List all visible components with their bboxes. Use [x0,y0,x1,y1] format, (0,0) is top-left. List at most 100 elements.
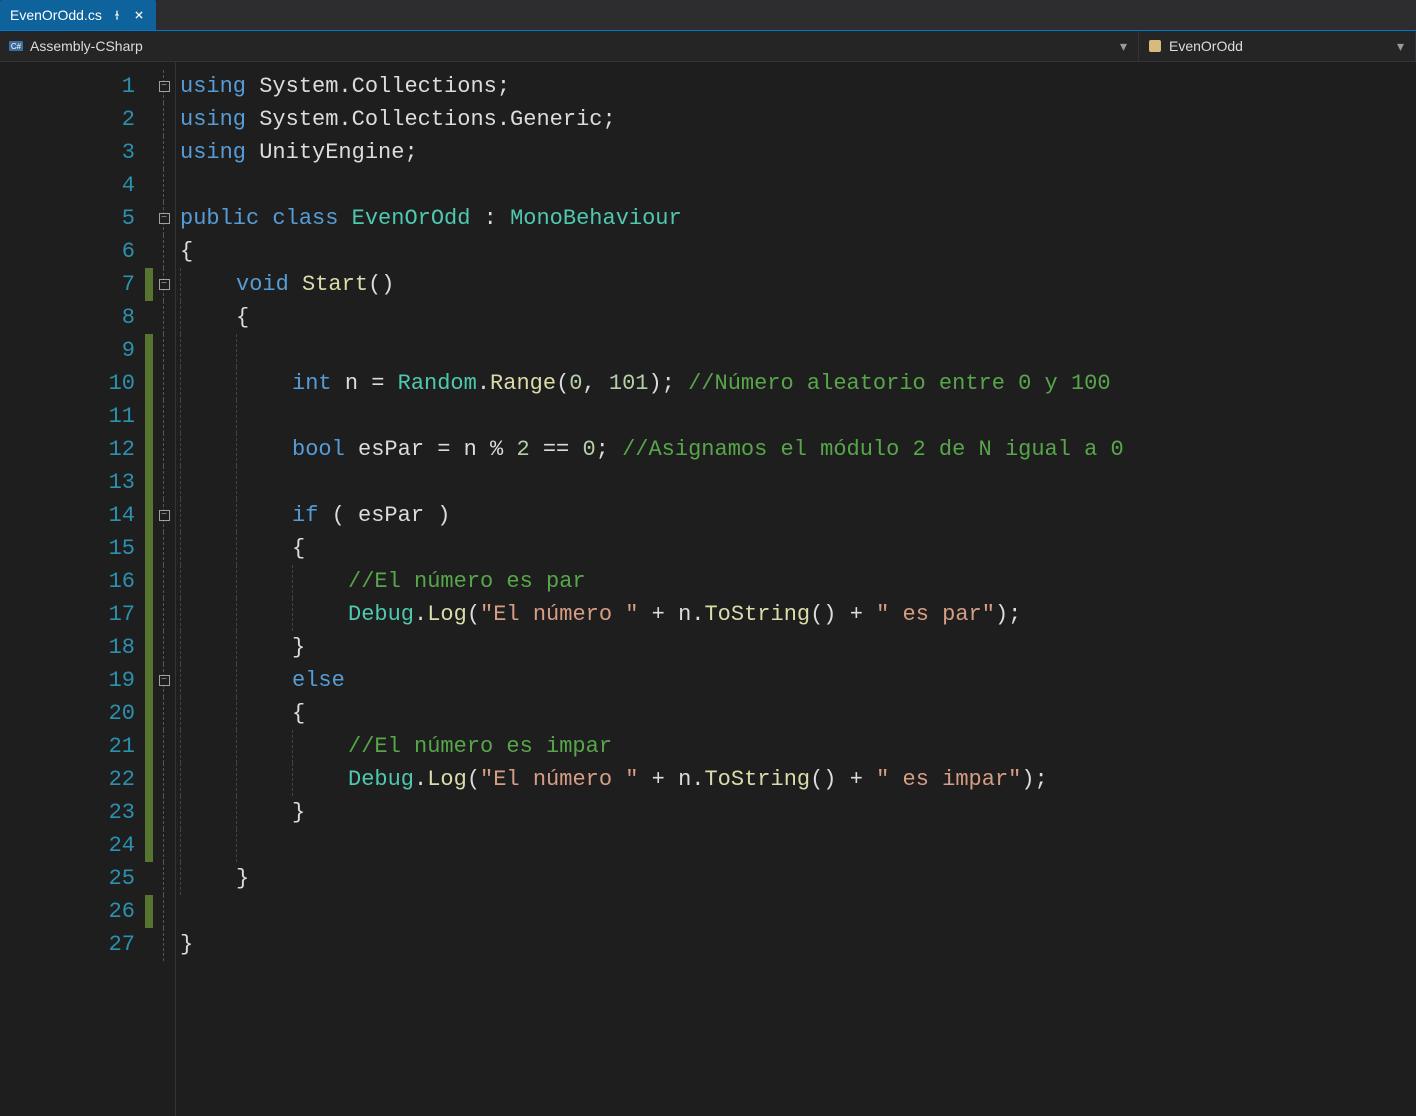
code-line[interactable]: } [180,928,1416,961]
token-comment: //Número aleatorio entre 0 y 100 [688,371,1110,396]
svg-text:C#: C# [11,42,22,51]
code-line[interactable]: } [180,796,1416,829]
code-line[interactable]: } [180,631,1416,664]
code-line[interactable]: public class EvenOrOdd : MonoBehaviour [180,202,1416,235]
fold-toggle-icon[interactable]: − [159,510,170,521]
fold-toggle-icon[interactable]: − [159,81,170,92]
chevron-down-icon: ▾ [1397,38,1407,55]
line-number: 4 [0,169,135,202]
token-method: Range [490,371,556,396]
token-ident: n [345,371,358,396]
close-icon[interactable] [132,8,146,22]
token-punct: ; [404,140,417,165]
pin-icon[interactable] [110,8,124,22]
token-punct: { [292,701,305,726]
code-line[interactable] [180,466,1416,499]
indent-guide [180,466,236,499]
indent-guide [180,631,236,664]
code-area[interactable]: using System.Collections;using System.Co… [176,62,1416,1116]
token-method: Log [427,602,467,627]
code-line[interactable]: { [180,235,1416,268]
indent-guide [180,367,236,400]
indent-guide [236,565,292,598]
indent-guide [292,598,348,631]
code-line[interactable]: Debug.Log("El número " + n.ToString() + … [180,763,1416,796]
code-line[interactable]: using System.Collections; [180,70,1416,103]
token-num: 101 [609,371,649,396]
token-str: "El número " [480,602,638,627]
indent-guide [236,664,292,697]
token-ns: System.Collections [259,74,497,99]
code-line[interactable]: { [180,301,1416,334]
code-line[interactable]: { [180,697,1416,730]
change-indicator-bar [145,62,153,1116]
code-line[interactable]: using System.Collections.Generic; [180,103,1416,136]
fold-column: − − − − − [153,62,176,1116]
code-line[interactable]: if ( esPar ) [180,499,1416,532]
code-line[interactable]: Debug.Log("El número " + n.ToString() + … [180,598,1416,631]
token-punct: + [638,602,678,627]
indent-guide [236,400,292,433]
code-line[interactable]: void Start() [180,268,1416,301]
code-line[interactable]: { [180,532,1416,565]
indent-guide [180,565,236,598]
token-ns: System.Collections.Generic [259,107,602,132]
token-str: "El número " [480,767,638,792]
line-number: 1 [0,70,135,103]
token-punct: ( [467,767,480,792]
fold-toggle-icon[interactable]: − [159,675,170,686]
line-number: 11 [0,400,135,433]
nav-class-dropdown[interactable]: EvenOrOdd ▾ [1139,31,1416,61]
fold-toggle-icon[interactable]: − [159,279,170,290]
code-line[interactable] [180,829,1416,862]
token-punct: ; [497,74,510,99]
change-marker [145,631,153,664]
line-number: 3 [0,136,135,169]
line-number: 7 [0,268,135,301]
line-number: 19 [0,664,135,697]
file-tab[interactable]: EvenOrOdd.cs [0,0,156,30]
code-line[interactable]: using UnityEngine; [180,136,1416,169]
code-line[interactable] [180,895,1416,928]
token-op: % [490,437,503,462]
indent-guide [180,664,236,697]
code-line[interactable]: int n = Random.Range(0, 101); //Número a… [180,367,1416,400]
token-num: 0 [569,371,582,396]
code-line[interactable]: } [180,862,1416,895]
token-punct [503,437,516,462]
token-op: == [543,437,569,462]
change-marker [145,763,153,796]
token-punct: = [358,371,398,396]
line-number: 21 [0,730,135,763]
line-number: 16 [0,565,135,598]
change-marker [145,235,153,268]
indent-guide [292,565,348,598]
token-punct: . [477,371,490,396]
change-marker [145,367,153,400]
line-number-gutter: 1234567891011121314151617181920212223242… [0,62,145,1116]
code-line[interactable]: //El número es impar [180,730,1416,763]
token-method: Log [427,767,467,792]
token-type: Debug [348,767,414,792]
fold-toggle-icon[interactable]: − [159,213,170,224]
line-number: 5 [0,202,135,235]
code-line[interactable] [180,334,1416,367]
code-line[interactable]: bool esPar = n % 2 == 0; //Asignamos el … [180,433,1416,466]
token-punct: ; [602,107,615,132]
code-line[interactable] [180,169,1416,202]
indent-guide [292,730,348,763]
token-num: 0 [582,437,595,462]
indent-guide [180,532,236,565]
indent-guide [180,829,236,862]
code-line[interactable]: //El número es par [180,565,1416,598]
token-punct: ); [1021,767,1047,792]
code-line[interactable]: else [180,664,1416,697]
token-kw: public [180,206,259,231]
token-type: Random [398,371,477,396]
nav-project-dropdown[interactable]: C# Assembly-CSharp ▾ [0,31,1139,61]
indent-guide [236,433,292,466]
code-editor[interactable]: 1234567891011121314151617181920212223242… [0,62,1416,1116]
token-ident: n [464,437,477,462]
line-number: 26 [0,895,135,928]
code-line[interactable] [180,400,1416,433]
